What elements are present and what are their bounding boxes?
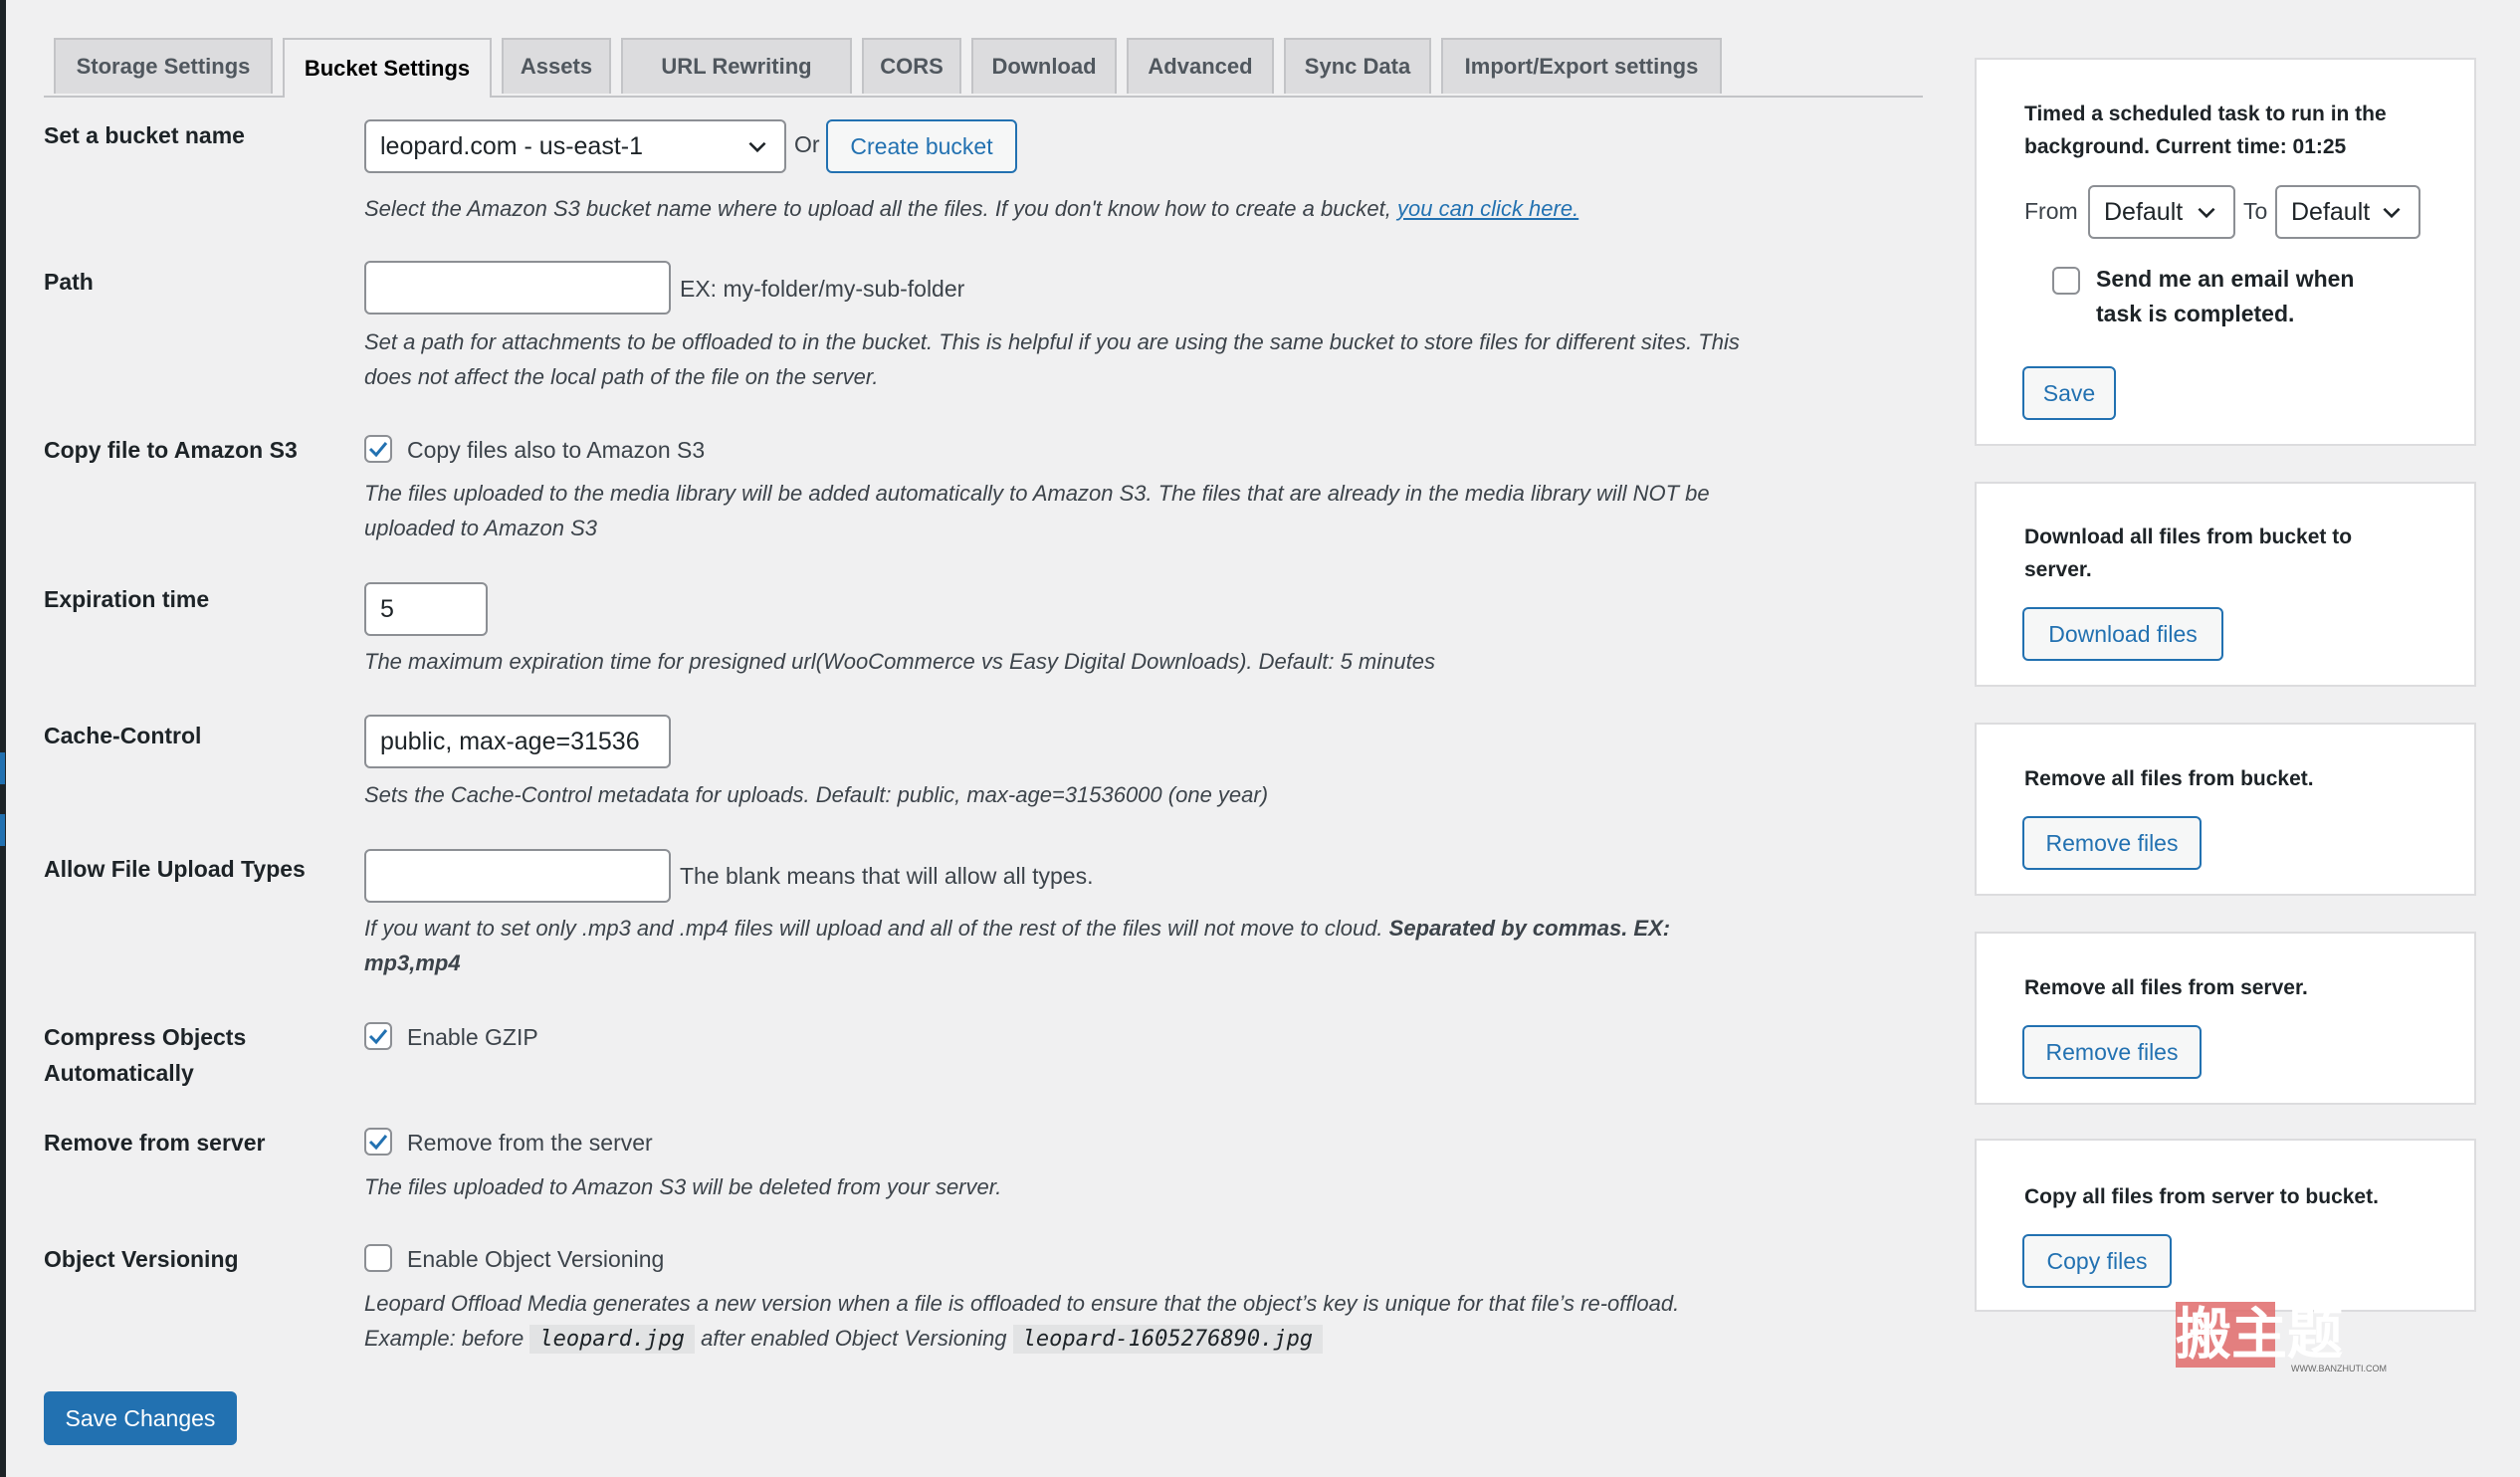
download-card: Download all files from bucket to server… — [1975, 482, 2476, 687]
path-description-2: does not affect the local path of the fi… — [364, 364, 879, 389]
cache-control-label: Cache-Control — [44, 723, 202, 748]
chevron-down-icon — [748, 141, 766, 153]
upload-types-description-2: mp3,mp4 — [364, 950, 461, 975]
bucket-select[interactable]: leopard.com - us-east-1 — [364, 119, 786, 173]
copy-checkbox[interactable] — [364, 435, 392, 463]
from-select-value: Default — [2104, 197, 2184, 226]
admin-menu-marker — [0, 752, 5, 784]
bucket-description: Select the Amazon S3 bucket name where t… — [364, 196, 1579, 221]
chevron-down-icon — [2198, 207, 2215, 219]
copy-label: Copy file to Amazon S3 — [44, 437, 298, 463]
expiration-description: The maximum expiration time for presigne… — [364, 649, 1435, 674]
checkmark-icon — [368, 1029, 388, 1045]
watermark-text: 搬主题 — [2176, 1302, 2343, 1368]
upload-types-label: Allow File Upload Types — [44, 856, 306, 882]
copy-bucket-title: Copy all files from server to bucket. — [2024, 1185, 2379, 1208]
schedule-save-button[interactable]: Save — [2022, 366, 2116, 420]
bucket-select-value: leopard.com - us-east-1 — [380, 131, 644, 160]
expiration-label: Expiration time — [44, 586, 210, 612]
copy-checkbox-label[interactable]: Copy files also to Amazon S3 — [407, 432, 705, 468]
versioning-label: Object Versioning — [44, 1246, 239, 1272]
settings-page: Storage Settings Bucket Settings Assets … — [0, 0, 2520, 1477]
cache-control-description: Sets the Cache-Control metadata for uplo… — [364, 782, 1269, 807]
to-select[interactable]: Default — [2275, 185, 2420, 239]
remove-description: The files uploaded to Amazon S3 will be … — [364, 1174, 1002, 1199]
tab-sync-data[interactable]: Sync Data — [1284, 38, 1431, 94]
checkmark-icon — [368, 442, 388, 458]
tab-storage-settings[interactable]: Storage Settings — [54, 38, 273, 94]
watermark-logo: 搬主题 WWW.BANZHUTI.COM — [2176, 1302, 2405, 1375]
tab-bucket-settings[interactable]: Bucket Settings — [283, 38, 492, 98]
remove-label: Remove from server — [44, 1130, 266, 1156]
versioning-checkbox-label[interactable]: Enable Object Versioning — [407, 1241, 664, 1277]
copy-bucket-card: Copy all files from server to bucket. Co… — [1975, 1139, 2476, 1312]
tab-advanced[interactable]: Advanced — [1127, 38, 1274, 94]
path-label: Path — [44, 269, 94, 295]
upload-types-hint: The blank means that will allow all type… — [680, 863, 1094, 889]
versioning-checkbox[interactable] — [364, 1244, 392, 1272]
path-input[interactable] — [364, 261, 671, 315]
remove-bucket-card: Remove all files from bucket. Remove fil… — [1975, 723, 2476, 896]
tab-cors[interactable]: CORS — [862, 38, 961, 94]
expiration-input[interactable]: 5 — [364, 582, 488, 636]
to-label: To — [2243, 198, 2268, 224]
tab-download[interactable]: Download — [971, 38, 1117, 94]
remove-bucket-title: Remove all files from bucket. — [2024, 767, 2314, 790]
compress-label-2: Automatically — [44, 1060, 194, 1086]
remove-server-card: Remove all files from server. Remove fil… — [1975, 932, 2476, 1105]
code-after: leopard-1605276890.jpg — [1012, 1325, 1324, 1354]
path-hint: EX: my-folder/my-sub-folder — [680, 276, 965, 302]
checkmark-icon — [368, 1135, 388, 1151]
to-select-value: Default — [2291, 197, 2371, 226]
versioning-description-1: Leopard Offload Media generates a new ve… — [364, 1291, 1680, 1316]
copy-files-button[interactable]: Copy files — [2022, 1234, 2172, 1288]
download-files-button[interactable]: Download files — [2022, 607, 2223, 661]
schedule-title-1: Timed a scheduled task to run in the — [2024, 103, 2387, 125]
admin-menu-edge — [0, 0, 6, 1477]
chevron-down-icon — [2383, 207, 2401, 219]
email-checkbox[interactable] — [2052, 267, 2080, 295]
upload-types-description-1: If you want to set only .mp3 and .mp4 fi… — [364, 916, 1671, 941]
upload-types-input[interactable] — [364, 849, 671, 903]
remove-checkbox[interactable] — [364, 1128, 392, 1156]
bucket-name-label: Set a bucket name — [44, 122, 245, 148]
copy-description-1: The files uploaded to the media library … — [364, 481, 1710, 506]
remove-checkbox-label[interactable]: Remove from the server — [407, 1125, 653, 1160]
from-label: From — [2024, 198, 2078, 224]
schedule-card: Timed a scheduled task to run in the bac… — [1975, 58, 2476, 446]
cache-control-input[interactable]: public, max-age=31536 — [364, 715, 671, 768]
watermark-url: WWW.BANZHUTI.COM — [2291, 1364, 2387, 1373]
download-title-1: Download all files from bucket to — [2024, 526, 2353, 548]
path-description-1: Set a path for attachments to be offload… — [364, 329, 1740, 354]
gzip-checkbox[interactable] — [364, 1022, 392, 1050]
download-title-2: server. — [2024, 558, 2092, 581]
copy-description-2: uploaded to Amazon S3 — [364, 516, 598, 540]
create-bucket-help-link[interactable]: you can click here. — [1397, 196, 1578, 221]
tab-import-export-settings[interactable]: Import/Export settings — [1441, 38, 1722, 94]
email-label-1[interactable]: Send me an email when — [2096, 261, 2354, 297]
remove-server-files-button[interactable]: Remove files — [2022, 1025, 2202, 1079]
versioning-description-2: Example: before leopard.jpg after enable… — [364, 1321, 1324, 1358]
tab-assets[interactable]: Assets — [502, 38, 611, 94]
settings-tabs: Storage Settings Bucket Settings Assets … — [44, 36, 1923, 98]
create-bucket-button[interactable]: Create bucket — [826, 119, 1017, 173]
or-text: Or — [794, 131, 820, 157]
remove-bucket-files-button[interactable]: Remove files — [2022, 816, 2202, 870]
save-changes-button[interactable]: Save Changes — [44, 1391, 237, 1445]
tab-url-rewriting[interactable]: URL Rewriting — [621, 38, 852, 94]
compress-label-1: Compress Objects — [44, 1024, 247, 1050]
admin-menu-marker — [0, 814, 5, 846]
schedule-title-2: background. Current time: 01:25 — [2024, 135, 2347, 158]
email-label-2[interactable]: task is completed. — [2096, 296, 2294, 331]
code-before: leopard.jpg — [529, 1325, 696, 1354]
from-select[interactable]: Default — [2088, 185, 2235, 239]
gzip-checkbox-label[interactable]: Enable GZIP — [407, 1019, 538, 1055]
remove-server-title: Remove all files from server. — [2024, 976, 2308, 999]
